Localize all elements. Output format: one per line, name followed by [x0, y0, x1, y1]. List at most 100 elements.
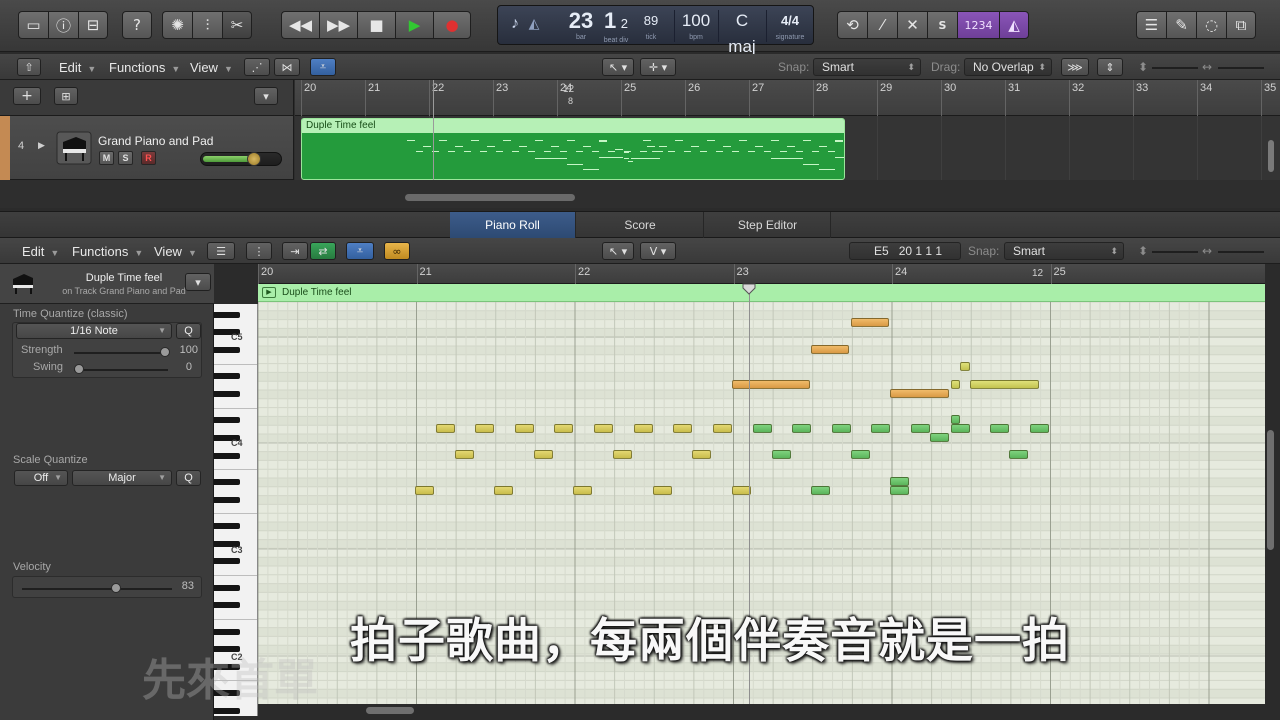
- playhead-handle-icon[interactable]: [742, 283, 756, 295]
- solo-button[interactable]: S: [118, 151, 133, 165]
- lcd-display[interactable]: ♪ ◭ 23 bar 1 2 beat div 89 tick 100 bpm …: [497, 5, 814, 67]
- midi-note[interactable]: [533, 450, 553, 460]
- midi-note[interactable]: [831, 424, 851, 433]
- piano-roll-ruler[interactable]: 20 21 22 23 24 25 12: [258, 264, 1265, 284]
- media-browser-icon[interactable]: ⧉: [1226, 11, 1256, 39]
- midi-note[interactable]: [652, 485, 672, 495]
- midi-note[interactable]: [731, 380, 810, 389]
- tracks-edit-menu[interactable]: Edit ▼: [55, 59, 100, 76]
- strength-knob[interactable]: [160, 347, 170, 357]
- editor-snap-select[interactable]: Smart ⬍: [1004, 242, 1124, 260]
- midi-note[interactable]: [811, 344, 850, 354]
- time-quantize-select[interactable]: 1/16 Note ▼: [16, 323, 172, 339]
- tracks-vertical-scrollbar[interactable]: [1268, 140, 1274, 172]
- black-key[interactable]: [214, 523, 240, 529]
- scale-quantize-root-select[interactable]: Off ▼: [14, 470, 68, 486]
- editor-horizontal-zoom-icon[interactable]: ↔: [1202, 243, 1212, 260]
- editor-pointer-tool-icon[interactable]: ↖ ▾: [602, 242, 634, 260]
- midi-note[interactable]: [792, 424, 812, 433]
- list-editors-icon[interactable]: ☰: [1136, 11, 1166, 39]
- midi-note[interactable]: [752, 424, 772, 433]
- inspector-options-icon[interactable]: ▾: [185, 273, 211, 291]
- midi-in-icon[interactable]: ⇥: [282, 242, 308, 260]
- midi-out-icon[interactable]: ⇄: [310, 242, 336, 260]
- midi-note[interactable]: [969, 380, 1040, 389]
- replace-icon[interactable]: ⁄: [867, 11, 897, 39]
- editors-scissors-icon[interactable]: ✂: [222, 11, 252, 39]
- midi-note[interactable]: [494, 485, 514, 495]
- swing-slider[interactable]: [74, 369, 168, 371]
- midi-note[interactable]: [414, 485, 434, 495]
- track-name[interactable]: Grand Piano and Pad: [98, 134, 213, 148]
- midi-note[interactable]: [950, 424, 970, 433]
- position-display[interactable]: E5 20 1 1 1: [849, 242, 961, 260]
- catch-filter-icon[interactable]: ⩡: [310, 58, 336, 76]
- folder-icon[interactable]: ⊞: [54, 87, 78, 105]
- midi-region[interactable]: Duple Time feel: [301, 118, 845, 180]
- black-key[interactable]: [214, 391, 240, 397]
- tracks-drag-select[interactable]: No Overlap ⬍: [964, 58, 1052, 76]
- count-in-button[interactable]: 1234: [957, 11, 999, 39]
- editor-vertical-zoom-icon[interactable]: ⬍: [1138, 243, 1148, 260]
- strength-slider[interactable]: [74, 352, 168, 354]
- tracks-snap-select[interactable]: Smart ⬍: [813, 58, 921, 76]
- midi-note[interactable]: [930, 432, 950, 442]
- black-key[interactable]: [214, 347, 240, 353]
- vertical-zoom-icon[interactable]: ⬍: [1138, 59, 1148, 76]
- editor-vertical-zoom-slider[interactable]: [1152, 251, 1198, 253]
- volume-knob[interactable]: [247, 152, 262, 166]
- editor-second-tool[interactable]: V ▾: [640, 242, 676, 260]
- stop-icon[interactable]: ■: [357, 11, 395, 39]
- library-icon[interactable]: ▭: [18, 11, 48, 39]
- midi-note[interactable]: [811, 485, 831, 495]
- play-icon[interactable]: ▶: [395, 11, 433, 39]
- mute-button[interactable]: M: [99, 151, 114, 165]
- horizontal-zoom-icon[interactable]: ↔: [1202, 59, 1212, 76]
- midi-note[interactable]: [712, 424, 732, 433]
- pencil-tool-icon[interactable]: ✛ ▾: [640, 58, 676, 76]
- tracks-horizontal-scrollbar[interactable]: [405, 194, 575, 201]
- editor-view-menu[interactable]: View ▼: [150, 243, 201, 260]
- smart-controls-icon[interactable]: ✺: [162, 11, 192, 39]
- notepad-icon[interactable]: ✎: [1166, 11, 1196, 39]
- scale-quantize-q-button[interactable]: Q: [176, 470, 201, 486]
- time-quantize-q-button[interactable]: Q: [176, 323, 201, 339]
- midi-note[interactable]: [771, 450, 791, 460]
- cycle-icon[interactable]: ⟲: [837, 11, 867, 39]
- record-enable-button[interactable]: R: [141, 151, 156, 165]
- vertical-fit-icon[interactable]: ⇕: [1097, 58, 1123, 76]
- region-play-icon[interactable]: ▶: [262, 287, 276, 298]
- midi-note[interactable]: [850, 450, 870, 460]
- piano-roll-region-bar[interactable]: ▶ Duple Time feel: [258, 284, 1265, 302]
- tracks-ruler[interactable]: 2021222324252627282930313233343536128: [295, 80, 1280, 116]
- black-key[interactable]: [214, 479, 240, 485]
- midi-note[interactable]: [692, 450, 712, 460]
- piano-roll-horizontal-scrollbar[interactable]: [366, 707, 414, 714]
- catch-icon[interactable]: ⩡: [346, 242, 374, 260]
- back-arrow-icon[interactable]: ⇧: [17, 58, 41, 76]
- autopunch-icon[interactable]: ✕: [897, 11, 927, 39]
- metronome-icon[interactable]: ◭: [999, 11, 1029, 39]
- midi-note[interactable]: [554, 424, 574, 433]
- midi-note[interactable]: [890, 476, 910, 486]
- midi-note[interactable]: [911, 424, 931, 433]
- solo-mode-button[interactable]: S: [927, 11, 957, 39]
- black-key[interactable]: [214, 417, 240, 424]
- black-key[interactable]: [214, 707, 240, 714]
- midi-note[interactable]: [1009, 450, 1029, 460]
- editor-edit-menu[interactable]: Edit ▼: [18, 243, 63, 260]
- midi-note[interactable]: [890, 388, 950, 398]
- midi-note[interactable]: [613, 450, 633, 460]
- fast-forward-icon[interactable]: ▶▶: [319, 11, 357, 39]
- tracks-view-menu[interactable]: View ▼: [186, 59, 237, 76]
- tab-piano-roll[interactable]: Piano Roll: [450, 212, 576, 238]
- midi-note[interactable]: [950, 380, 961, 389]
- black-key[interactable]: [214, 496, 240, 503]
- black-key[interactable]: [214, 311, 240, 318]
- horizontal-zoom-slider[interactable]: [1218, 67, 1264, 69]
- rewind-icon[interactable]: ◀◀: [281, 11, 319, 39]
- velocity-knob[interactable]: [111, 583, 121, 593]
- midi-note[interactable]: [850, 318, 889, 328]
- flex-icon[interactable]: ⋈: [274, 58, 300, 76]
- scale-quantize-type-select[interactable]: Major ▼: [72, 470, 172, 486]
